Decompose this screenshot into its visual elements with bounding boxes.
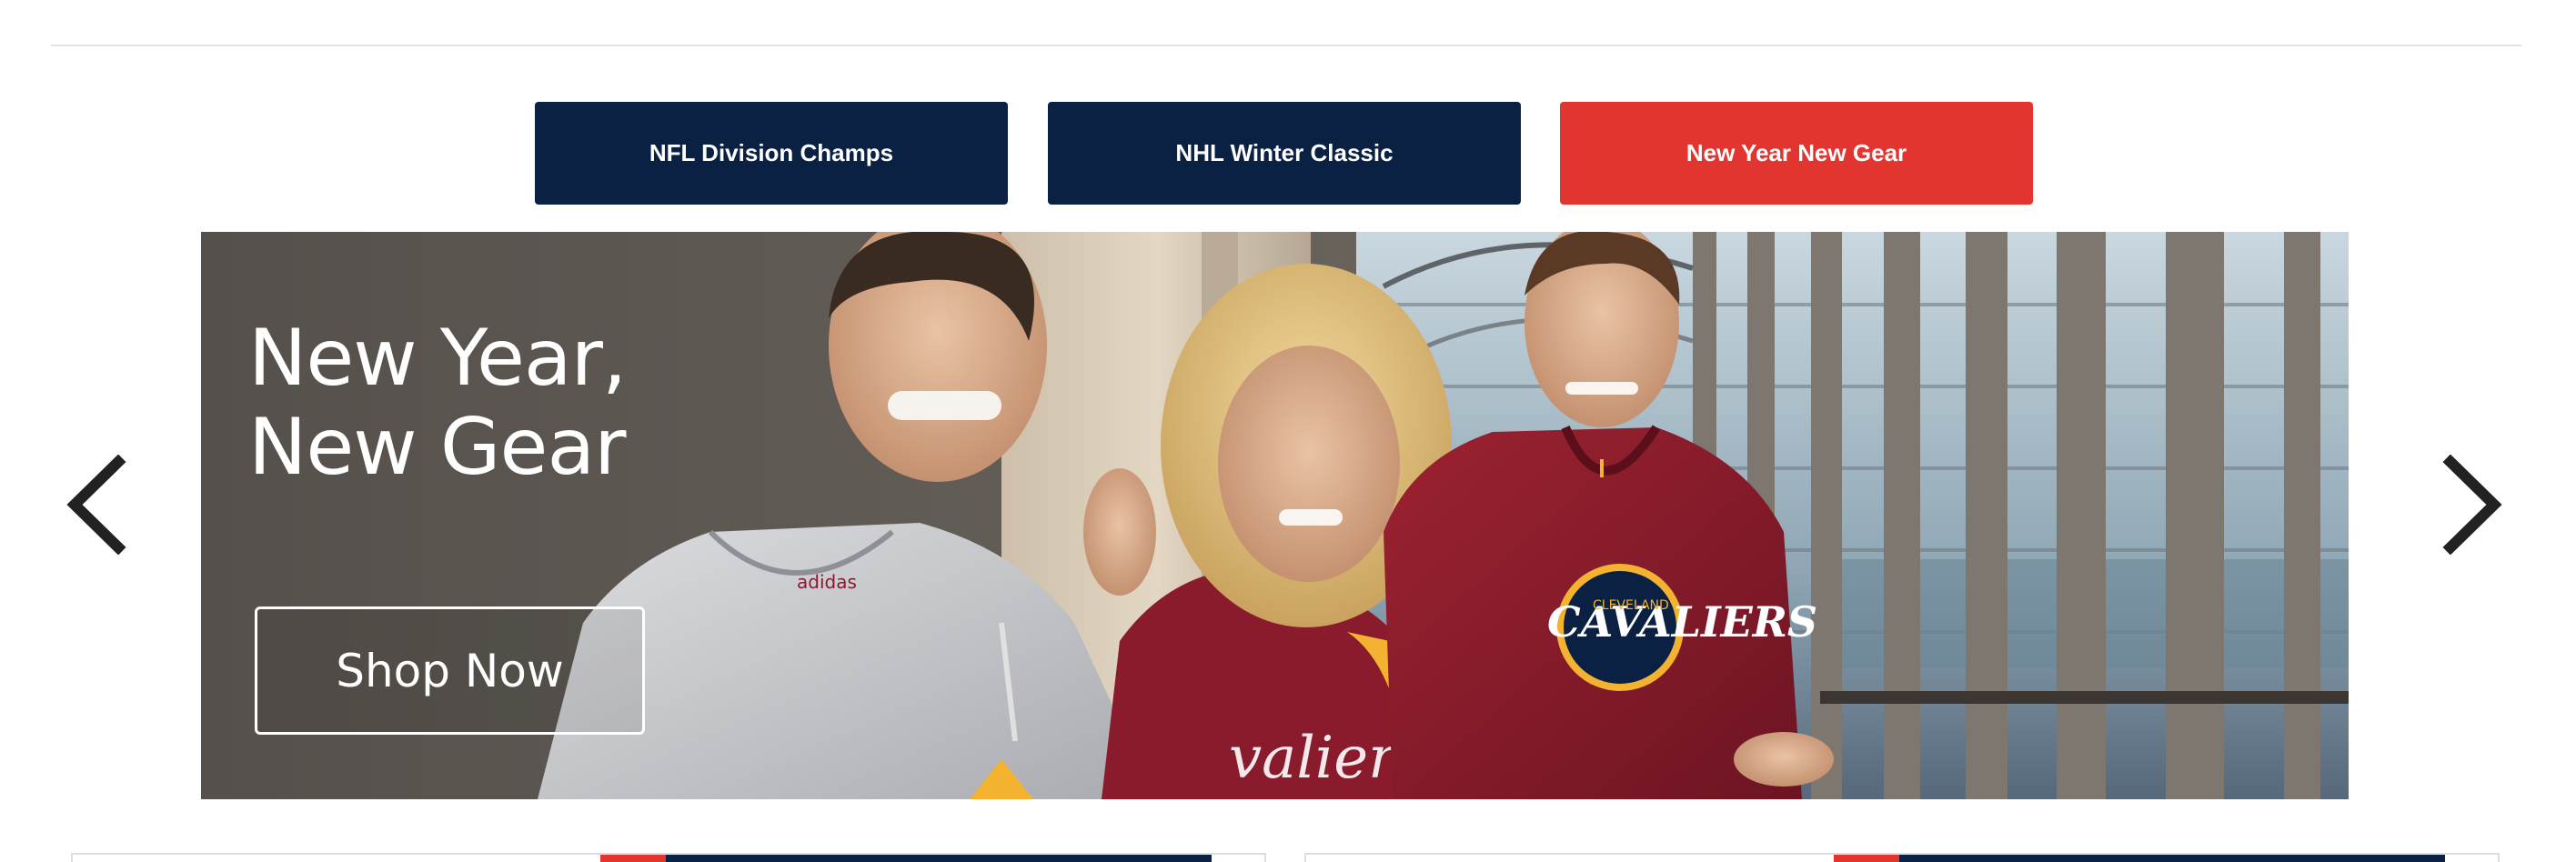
tab-nfl-division-champs[interactable]: NFL Division Champs <box>535 102 1008 205</box>
svg-text:adidas: adidas <box>797 571 857 593</box>
svg-text:CAVALIERS: CAVALIERS <box>1547 597 1817 646</box>
hero-headline: New Year, New Gear <box>248 313 627 493</box>
tab-new-year-new-gear[interactable]: New Year New Gear <box>1560 102 2033 205</box>
tab-nhl-winter-classic[interactable]: NHL Winter Classic <box>1048 102 1521 205</box>
chevron-left-icon[interactable] <box>62 454 135 556</box>
chevron-right-icon[interactable] <box>2434 454 2507 556</box>
top-divider <box>51 45 2521 46</box>
hero-headline-line1: New Year, <box>248 313 627 404</box>
hero-banner[interactable]: adidas valiers CAVALIERS CLEVELAND New Y… <box>201 232 2349 799</box>
hero-headline-line2: New Gear <box>248 402 627 493</box>
svg-text:CLEVELAND: CLEVELAND <box>1593 598 1669 613</box>
promo-card-left[interactable] <box>71 853 1266 862</box>
promo-card-right[interactable] <box>1304 853 2500 862</box>
shop-now-button[interactable]: Shop Now <box>255 606 645 735</box>
